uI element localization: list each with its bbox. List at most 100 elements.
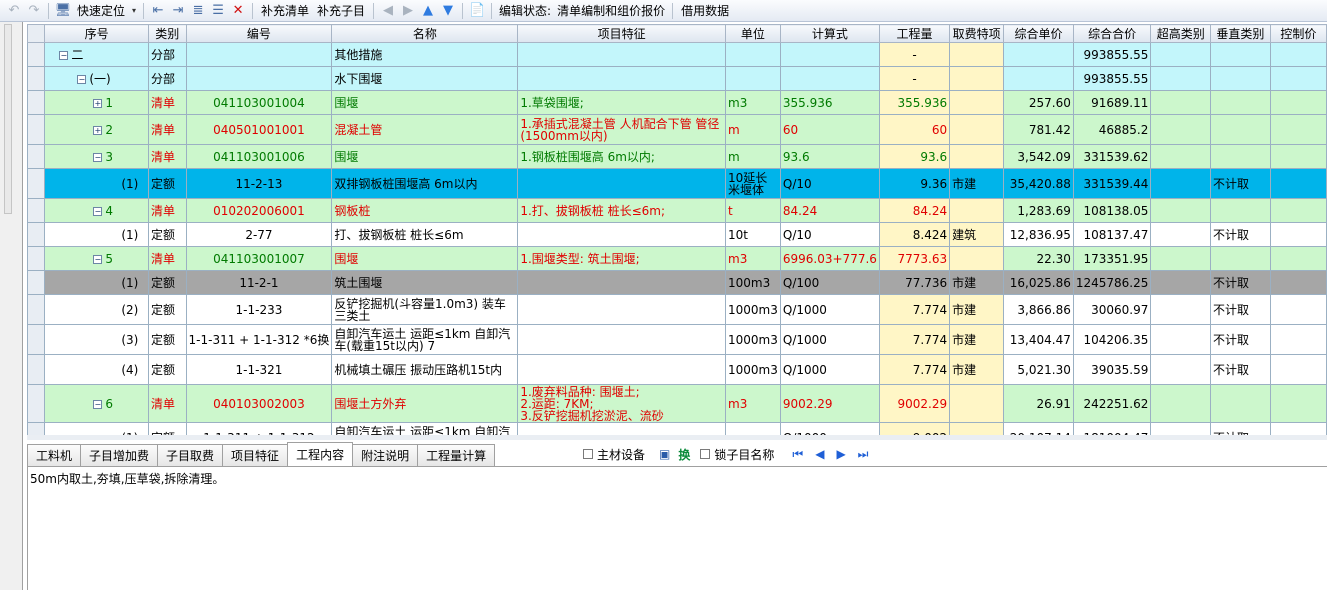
- formula-cell[interactable]: 84.24: [779, 198, 880, 223]
- super-height-cell[interactable]: [1150, 270, 1212, 295]
- feature-cell[interactable]: [517, 66, 726, 91]
- control-price-cell[interactable]: [1269, 198, 1327, 223]
- vertical-cell[interactable]: 不计取: [1210, 422, 1271, 435]
- unit-price-cell[interactable]: 12,836.95: [1003, 222, 1074, 247]
- row-header[interactable]: [27, 422, 46, 435]
- code-cell[interactable]: 1-1-233: [185, 294, 333, 325]
- type-cell[interactable]: 清单: [147, 144, 187, 169]
- vertical-cell[interactable]: [1210, 144, 1271, 169]
- vertical-cell[interactable]: [1210, 198, 1271, 223]
- tab-item-surcharge[interactable]: 子目增加费: [80, 444, 159, 466]
- vertical-cell[interactable]: [1210, 114, 1271, 145]
- seq-cell[interactable]: −5: [44, 246, 149, 271]
- formula-cell[interactable]: [779, 66, 880, 91]
- feature-cell[interactable]: [517, 354, 726, 385]
- unit-cell[interactable]: 1000m3: [725, 354, 781, 385]
- redo-icon[interactable]: ↷: [24, 2, 44, 20]
- left-scrollbar[interactable]: [4, 24, 12, 214]
- feature-cell[interactable]: [517, 42, 726, 67]
- fee-cell[interactable]: [949, 66, 1005, 91]
- col-header[interactable]: 超高类别: [1150, 24, 1212, 43]
- name-cell[interactable]: 双排钢板桩围堰高 6m以内: [331, 168, 519, 199]
- unit-price-cell[interactable]: [1003, 66, 1074, 91]
- total-price-cell[interactable]: 331539.44: [1072, 168, 1152, 199]
- code-cell[interactable]: 1-1-321: [185, 354, 333, 385]
- seq-cell[interactable]: (1): [44, 168, 149, 199]
- quantity-cell[interactable]: -: [878, 66, 951, 91]
- table-row[interactable]: − (一) 分部 水下围堰 -993855.55: [27, 66, 1327, 91]
- quantity-cell[interactable]: 60: [878, 114, 951, 145]
- feature-cell[interactable]: 1.废弃料品种: 围堰土; 2.运距: 7KM; 3.反铲挖掘机挖淤泥、流砂: [517, 384, 726, 423]
- tab-item-fee[interactable]: 子目取费: [157, 444, 224, 466]
- tab-notes[interactable]: 附注说明: [352, 444, 419, 466]
- total-price-cell[interactable]: 30060.97: [1072, 294, 1152, 325]
- type-cell[interactable]: 定额: [147, 222, 187, 247]
- type-cell[interactable]: 清单: [147, 90, 187, 115]
- type-cell[interactable]: 定额: [147, 354, 187, 385]
- quantity-cell[interactable]: 7.774: [878, 354, 951, 385]
- total-price-cell[interactable]: 331539.62: [1072, 144, 1152, 169]
- level-icon[interactable]: ☰: [208, 2, 228, 20]
- control-price-cell[interactable]: [1269, 42, 1327, 67]
- super-height-cell[interactable]: [1150, 222, 1212, 247]
- type-cell[interactable]: 清单: [147, 198, 187, 223]
- seq-cell[interactable]: −4: [44, 198, 149, 223]
- table-row[interactable]: − 二分部 其他措施 -993855.55: [27, 42, 1327, 67]
- col-header[interactable]: 编号: [185, 24, 333, 43]
- code-cell[interactable]: 040501001001: [185, 114, 333, 145]
- tab-materials[interactable]: 工料机: [27, 444, 82, 466]
- type-cell[interactable]: 分部: [147, 66, 187, 91]
- super-height-cell[interactable]: [1150, 90, 1212, 115]
- row-header[interactable]: [27, 324, 46, 355]
- quantity-cell[interactable]: 9.002: [878, 422, 951, 435]
- table-row[interactable]: (1) 定额 11-2-1 筑土围堰 100m3 Q/100 77.736 市建 16,025.…: [27, 270, 1327, 295]
- control-price-cell[interactable]: [1269, 422, 1327, 435]
- seq-cell[interactable]: −3: [44, 144, 149, 169]
- vertical-cell[interactable]: 不计取: [1210, 324, 1271, 355]
- super-height-cell[interactable]: [1150, 144, 1212, 169]
- quantity-cell[interactable]: 84.24: [878, 198, 951, 223]
- table-row[interactable]: −6 清单 040103002003 围堰土方外弃 1.废弃料品种: 围堰土; 2.运距…: [27, 384, 1327, 423]
- vertical-cell[interactable]: [1210, 90, 1271, 115]
- name-cell[interactable]: 自卸汽车运土 运距≤1km 自卸汽车(载重15t以内) 7: [331, 324, 519, 355]
- seq-cell[interactable]: +2: [44, 114, 149, 145]
- total-price-cell[interactable]: 46885.2: [1072, 114, 1152, 145]
- vertical-cell[interactable]: [1210, 384, 1271, 423]
- monitor-icon[interactable]: ▣: [659, 447, 670, 461]
- swap-button[interactable]: 换: [678, 446, 690, 463]
- super-height-cell[interactable]: [1150, 114, 1212, 145]
- fee-cell[interactable]: 市建: [949, 354, 1005, 385]
- dropdown-arrow-icon[interactable]: ▾: [129, 2, 139, 20]
- code-cell[interactable]: 041103001007: [185, 246, 333, 271]
- unit-price-cell[interactable]: 35,420.88: [1003, 168, 1074, 199]
- type-cell[interactable]: 定额: [147, 270, 187, 295]
- total-price-cell[interactable]: 173351.95: [1072, 246, 1152, 271]
- formula-cell[interactable]: [779, 42, 880, 67]
- seq-cell[interactable]: (1): [44, 270, 149, 295]
- row-header[interactable]: [27, 66, 46, 91]
- vertical-cell[interactable]: 不计取: [1210, 222, 1271, 247]
- table-row[interactable]: (1) 定额 11-2-13 双排钢板桩围堰高 6m以内 10延长米堰体 Q/10 9.36…: [27, 168, 1327, 199]
- code-cell[interactable]: 010202006001: [185, 198, 333, 223]
- arrow-down-icon[interactable]: ▼: [438, 2, 458, 20]
- expand-icon[interactable]: +: [93, 98, 103, 108]
- row-header[interactable]: [27, 114, 46, 145]
- name-cell[interactable]: 筑土围堰: [331, 270, 519, 295]
- formula-cell[interactable]: 93.6: [779, 144, 880, 169]
- type-cell[interactable]: 清单: [147, 114, 187, 145]
- arrow-left-icon[interactable]: ◀: [378, 2, 398, 20]
- quantity-cell[interactable]: 77.736: [878, 270, 951, 295]
- unit-price-cell[interactable]: 3,866.86: [1003, 294, 1074, 325]
- control-price-cell[interactable]: [1269, 246, 1327, 271]
- feature-cell[interactable]: 1.钢板桩围堰高 6m以内;: [517, 144, 726, 169]
- fee-cell[interactable]: 市建: [949, 270, 1005, 295]
- code-cell[interactable]: 2-77: [185, 222, 333, 247]
- row-header[interactable]: [27, 222, 46, 247]
- main-material-checkbox[interactable]: [583, 449, 593, 459]
- col-header[interactable]: 单位: [725, 24, 781, 43]
- vertical-cell[interactable]: [1210, 42, 1271, 67]
- formula-cell[interactable]: 9002.29: [779, 384, 880, 423]
- add-list-button[interactable]: 补充清单: [257, 2, 313, 19]
- col-header[interactable]: 综合单价: [1003, 24, 1074, 43]
- type-cell[interactable]: 分部: [147, 42, 187, 67]
